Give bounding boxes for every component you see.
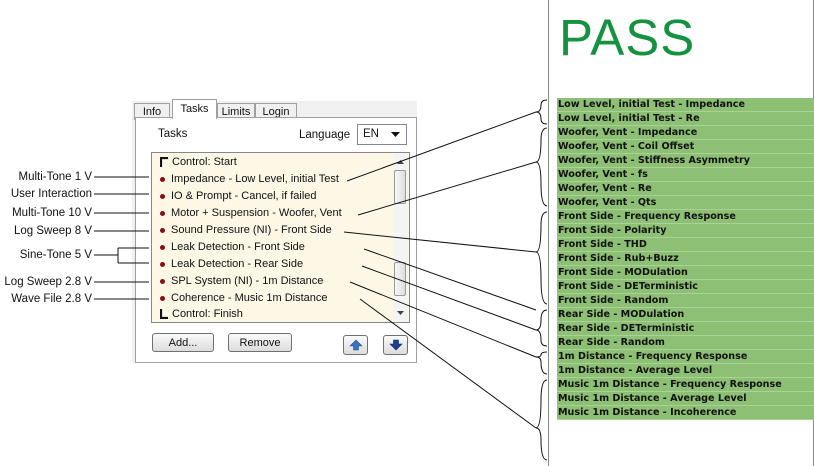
list-item-label: IO & Prompt - Cancel, if failed bbox=[171, 190, 317, 202]
scroll-up-icon[interactable] bbox=[393, 155, 408, 169]
result-row: Front Side - Random bbox=[557, 294, 814, 308]
result-row: Woofer, Vent - Impedance bbox=[557, 126, 814, 140]
annotation-multitone-10v: Multi-Tone 10 V bbox=[12, 207, 92, 219]
list-item-label: Leak Detection - Rear Side bbox=[171, 258, 304, 270]
result-row: Rear Side - MODulation bbox=[557, 308, 814, 322]
language-value: EN bbox=[363, 128, 379, 140]
list-item[interactable]: Leak Detection - Rear Side bbox=[160, 258, 303, 270]
result-row: Woofer, Vent - Re bbox=[557, 182, 814, 196]
list-item[interactable]: IO & Prompt - Cancel, if failed bbox=[160, 190, 317, 202]
annotation-log-sweep-8v: Log Sweep 8 V bbox=[13, 225, 92, 237]
list-item-label: Leak Detection - Front Side bbox=[171, 241, 305, 253]
list-item[interactable]: SPL System (NI) - 1m Distance bbox=[160, 275, 323, 287]
list-item-label: Impedance - Low Level, initial Test bbox=[171, 173, 339, 185]
result-row: Rear Side - Random bbox=[557, 336, 814, 350]
scroll-down-icon[interactable] bbox=[393, 306, 408, 320]
bullet-icon bbox=[160, 176, 165, 182]
result-row: 1m Distance - Average Level bbox=[557, 364, 814, 378]
result-row: 1m Distance - Frequency Response bbox=[557, 350, 814, 364]
control-finish-icon bbox=[159, 309, 168, 320]
bullet-icon bbox=[160, 244, 165, 250]
task-list[interactable]: Control: Start Impedance - Low Level, in… bbox=[151, 152, 410, 323]
annotation-log-sweep-2-8v: Log Sweep 2.8 V bbox=[4, 276, 92, 288]
bullet-icon bbox=[160, 193, 165, 199]
list-item-label: Motor + Suspension - Woofer, Vent bbox=[171, 207, 342, 219]
control-start-icon bbox=[159, 156, 168, 168]
result-row: Music 1m Distance - Incoherence bbox=[557, 406, 814, 420]
result-row: Woofer, Vent - Qts bbox=[557, 196, 814, 210]
result-row: Front Side - DETerministic bbox=[557, 280, 814, 294]
language-select[interactable]: EN bbox=[357, 124, 407, 145]
list-item-label: Control: Finish bbox=[172, 308, 243, 320]
move-down-button[interactable] bbox=[383, 335, 408, 355]
bullet-icon bbox=[160, 278, 165, 284]
result-row: Front Side - Rub+Buzz bbox=[557, 252, 814, 266]
language-label: Language bbox=[299, 129, 351, 141]
list-item-label: Sound Pressure (NI) - Front Side bbox=[171, 224, 332, 236]
result-row: Woofer, Vent - Stiffness Asymmetry bbox=[557, 154, 814, 168]
list-item[interactable]: Sound Pressure (NI) - Front Side bbox=[160, 224, 332, 236]
arrow-up-icon bbox=[349, 339, 363, 351]
list-item-label: Control: Start bbox=[172, 156, 237, 168]
scroll-thumb[interactable] bbox=[394, 262, 406, 296]
list-item[interactable]: Motor + Suspension - Woofer, Vent bbox=[160, 207, 342, 219]
list-item[interactable]: Leak Detection - Front Side bbox=[160, 241, 305, 253]
result-row: Rear Side - DETerministic bbox=[557, 322, 814, 336]
chevron-down-icon bbox=[391, 132, 400, 137]
result-row: Low Level, initial Test - Impedance bbox=[557, 98, 814, 112]
result-row: Woofer, Vent - fs bbox=[557, 168, 814, 182]
scrollbar[interactable] bbox=[393, 154, 408, 321]
result-row: Front Side - THD bbox=[557, 238, 814, 252]
bullet-icon bbox=[160, 295, 165, 301]
result-row: Music 1m Distance - Average Level bbox=[557, 392, 814, 406]
result-row: Front Side - Polarity bbox=[557, 224, 814, 238]
result-row: Low Level, initial Test - Re bbox=[557, 112, 814, 126]
list-item[interactable]: Coherence - Music 1m Distance bbox=[160, 292, 328, 304]
remove-button[interactable]: Remove bbox=[228, 333, 292, 352]
list-item-label: SPL System (NI) - 1m Distance bbox=[171, 275, 324, 287]
bullet-icon bbox=[160, 210, 165, 216]
tab-tasks[interactable]: Tasks bbox=[172, 99, 217, 119]
annotation-sine-tone-5v: Sine-Tone 5 V bbox=[19, 249, 92, 261]
move-up-button[interactable] bbox=[343, 335, 368, 355]
annotation-multitone-1v: Multi-Tone 1 V bbox=[18, 171, 92, 183]
add-button[interactable]: Add... bbox=[152, 333, 214, 352]
list-item[interactable]: Control: Start bbox=[159, 156, 237, 168]
arrow-down-icon bbox=[389, 339, 403, 351]
list-item[interactable]: Impedance - Low Level, initial Test bbox=[160, 173, 339, 185]
list-item-label: Coherence - Music 1m Distance bbox=[171, 292, 328, 304]
annotation-user-interaction: User Interaction bbox=[10, 188, 92, 200]
pass-status: PASS bbox=[559, 9, 696, 66]
list-item[interactable]: Control: Finish bbox=[159, 308, 243, 320]
annotation-wave-file-2-8v: Wave File 2.8 V bbox=[11, 293, 92, 305]
bullet-icon bbox=[160, 261, 165, 267]
scroll-thumb[interactable] bbox=[394, 170, 406, 204]
result-row: Front Side - Frequency Response bbox=[557, 210, 814, 224]
result-row: Woofer, Vent - Coil Offset bbox=[557, 140, 814, 154]
bullet-icon bbox=[160, 227, 165, 233]
panel-title: Tasks bbox=[158, 128, 188, 140]
result-row: Music 1m Distance - Frequency Response bbox=[557, 378, 814, 392]
result-row: Front Side - MODulation bbox=[557, 266, 814, 280]
